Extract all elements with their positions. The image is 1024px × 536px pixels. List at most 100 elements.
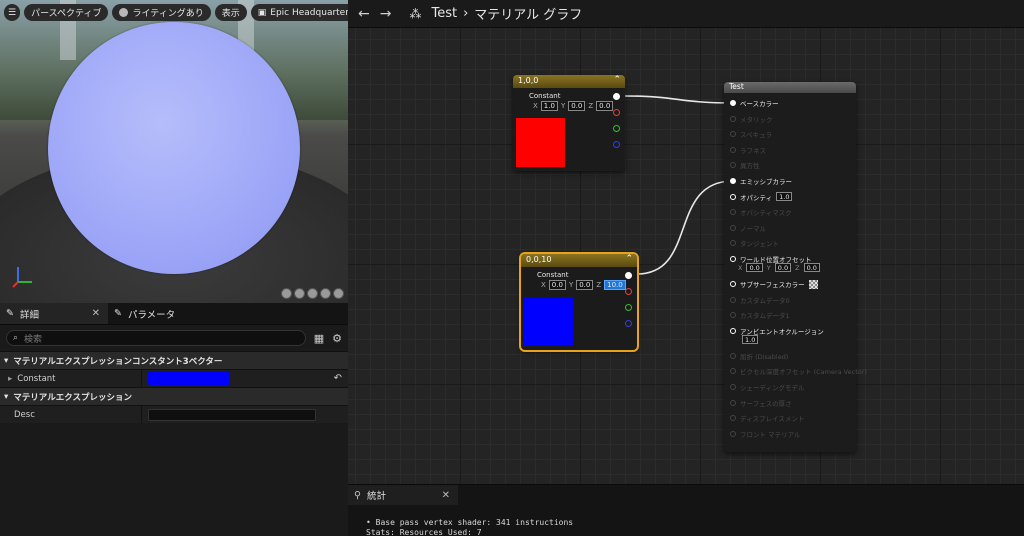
constant-color-swatch[interactable] xyxy=(148,372,230,385)
viewport-menu-button[interactable]: ☰ xyxy=(4,4,21,21)
cube-preview-icon[interactable] xyxy=(320,288,331,299)
gear-icon[interactable]: ⚙ xyxy=(332,332,342,345)
close-icon[interactable]: ✕ xyxy=(442,490,450,501)
input-pin-icon[interactable] xyxy=(730,327,736,334)
input-pin-icon[interactable] xyxy=(730,146,736,153)
chevron-up-icon[interactable]: ⌃ xyxy=(613,75,621,85)
tab-parameters[interactable]: ✎ パラメータ xyxy=(108,303,216,324)
output-pin-b[interactable] xyxy=(625,320,632,327)
result-input-pin[interactable]: 屈折 (Disabled) xyxy=(730,351,788,361)
input-pin-icon[interactable] xyxy=(730,162,736,169)
result-input-pin[interactable]: 異方性 xyxy=(730,160,760,170)
input-value-field[interactable]: 1.0 xyxy=(742,334,759,344)
vector-field[interactable]: 0.0 xyxy=(774,263,792,272)
input-pin-icon[interactable] xyxy=(730,209,736,216)
input-pin-icon[interactable] xyxy=(730,193,736,200)
result-input-pin[interactable]: ノーマル xyxy=(730,223,766,233)
result-input-pin[interactable]: スペキュラ xyxy=(730,129,772,139)
show-button[interactable]: 表示 xyxy=(214,4,247,21)
chevron-right-icon[interactable]: ▸ xyxy=(8,374,12,384)
output-pin-g[interactable] xyxy=(613,125,620,132)
input-pin-icon[interactable] xyxy=(730,256,736,262)
input-pin-icon[interactable] xyxy=(730,352,736,359)
input-pin-icon[interactable] xyxy=(730,399,736,406)
teapot-preview-icon[interactable] xyxy=(333,288,344,299)
result-input-pin[interactable]: カスタムデータ0 xyxy=(730,295,790,305)
result-input-pin[interactable]: オパシティ 1.0 xyxy=(730,192,793,202)
vector-field[interactable]: 0.0 xyxy=(803,263,820,272)
result-input-pin[interactable]: シェーディングモデル xyxy=(730,382,805,392)
material-result-node[interactable]: Test ベースカラー メタリックスペキュララフネス異方性エミッシブカラー オパシテ… xyxy=(724,82,867,452)
input-pin-icon[interactable] xyxy=(730,115,736,122)
input-pin-icon[interactable] xyxy=(730,240,736,247)
chevron-up-icon[interactable]: ⌃ xyxy=(625,254,633,264)
input-pin-icon[interactable] xyxy=(730,224,736,231)
output-pin-rgb[interactable] xyxy=(625,272,632,279)
axis-label: Z xyxy=(795,263,800,272)
perspective-button[interactable]: パースペクティブ xyxy=(24,4,109,21)
x-field[interactable]: 0.0 xyxy=(548,280,566,290)
vector-field[interactable]: 0.0 xyxy=(746,263,763,272)
constant3vector-node-blue[interactable]: 0,0,10 ⌃ Constant X 0.0 Y 0.0 Z 10.0 xyxy=(519,252,639,352)
input-pin-icon[interactable] xyxy=(730,384,736,390)
table-view-icon[interactable]: ▦ xyxy=(314,332,324,345)
result-input-pin[interactable]: メタリック xyxy=(730,114,773,124)
result-input-pin[interactable]: ラフネス xyxy=(730,145,766,155)
x-field[interactable]: 1.0 xyxy=(540,101,558,111)
result-input-pin[interactable]: サーフェスの厚さ xyxy=(730,398,792,408)
result-input-pin[interactable]: フロント マテリアル xyxy=(730,429,801,439)
result-input-pin[interactable]: ベースカラー xyxy=(730,98,779,108)
sphere-preview-icon[interactable] xyxy=(294,288,305,299)
input-pin-icon[interactable] xyxy=(730,415,736,422)
checker-swatch[interactable] xyxy=(808,279,818,289)
input-pin-icon[interactable] xyxy=(730,281,736,287)
y-field[interactable]: 0.0 xyxy=(568,101,586,111)
y-field[interactable]: 0.0 xyxy=(576,280,594,290)
input-pin-icon[interactable] xyxy=(730,312,736,319)
input-pin-icon[interactable] xyxy=(730,368,736,375)
input-pin-icon[interactable] xyxy=(730,131,736,138)
lighting-button[interactable]: ライティングあり xyxy=(112,4,211,21)
output-pin-r[interactable] xyxy=(625,288,632,295)
node-header[interactable]: 0,0,10 ⌃ xyxy=(521,254,637,267)
z-field[interactable]: 0.0 xyxy=(596,101,614,111)
input-pin-icon[interactable] xyxy=(730,430,736,437)
result-input-pin[interactable]: エミッシブカラー xyxy=(730,176,792,186)
tab-details[interactable]: ✎ 詳細 ✕ xyxy=(0,303,108,324)
cylinder-preview-icon[interactable] xyxy=(281,288,292,299)
section-expression[interactable]: ▾ マテリアルエクスプレッション xyxy=(0,387,348,405)
result-node-header[interactable]: Test xyxy=(724,82,856,93)
input-pin-icon[interactable] xyxy=(730,178,736,184)
output-pin-b[interactable] xyxy=(613,141,620,148)
output-pin-g[interactable] xyxy=(625,304,632,311)
material-graph-canvas[interactable]: 1,0,0 ⌃ Constant X 1.0 Y 0.0 Z 0.0 0,0,10 ⌃… xyxy=(348,28,1024,484)
input-value-field[interactable]: 1.0 xyxy=(776,192,793,202)
result-input-pin[interactable]: サブサーフェスカラー xyxy=(730,279,818,289)
output-pin-rgb[interactable] xyxy=(613,93,620,100)
breadcrumb: Test › マテリアル グラフ xyxy=(431,4,582,23)
output-pin-r[interactable] xyxy=(613,109,620,116)
section-constant3vector[interactable]: ▾ マテリアルエクスプレッションコンスタント3ベクター xyxy=(0,351,348,369)
result-input-pin[interactable]: タンジェント xyxy=(730,238,779,248)
forward-arrow-icon[interactable]: → xyxy=(380,6,392,22)
search-input[interactable]: ⌕ 検索 xyxy=(6,330,306,346)
back-arrow-icon[interactable]: ← xyxy=(358,6,370,22)
input-pin-icon[interactable] xyxy=(730,100,736,106)
close-icon[interactable]: ✕ xyxy=(92,308,100,319)
result-input-pin[interactable]: オパシティマスク xyxy=(730,207,792,217)
z-field[interactable]: 10.0 xyxy=(604,280,626,290)
material-preview-viewport[interactable]: ☰ パースペクティブ ライティングあり 表示 ▣ Epic Headquarte… xyxy=(0,0,348,303)
scene-button[interactable]: ▣ Epic Headquarters xyxy=(250,4,348,21)
result-input-pin[interactable]: ピクセル深度オフセット (Camera Vector) xyxy=(730,366,867,376)
result-input-pin[interactable]: ディスプレイスメント xyxy=(730,413,804,423)
node-header[interactable]: 1,0,0 ⌃ xyxy=(513,75,625,88)
desc-input[interactable] xyxy=(148,408,316,421)
breadcrumb-asset[interactable]: Test xyxy=(431,6,457,21)
tab-stats[interactable]: ⚲ 統計 ✕ xyxy=(348,485,458,505)
input-pin-icon[interactable] xyxy=(730,296,736,303)
reset-icon[interactable]: ↶ xyxy=(334,373,342,384)
result-input-pin[interactable]: カスタムデータ1 xyxy=(730,310,790,320)
constant3vector-node-red[interactable]: 1,0,0 ⌃ Constant X 1.0 Y 0.0 Z 0.0 xyxy=(513,75,625,171)
plane-preview-icon[interactable] xyxy=(307,288,318,299)
stats-icon: ⚲ xyxy=(354,489,361,501)
